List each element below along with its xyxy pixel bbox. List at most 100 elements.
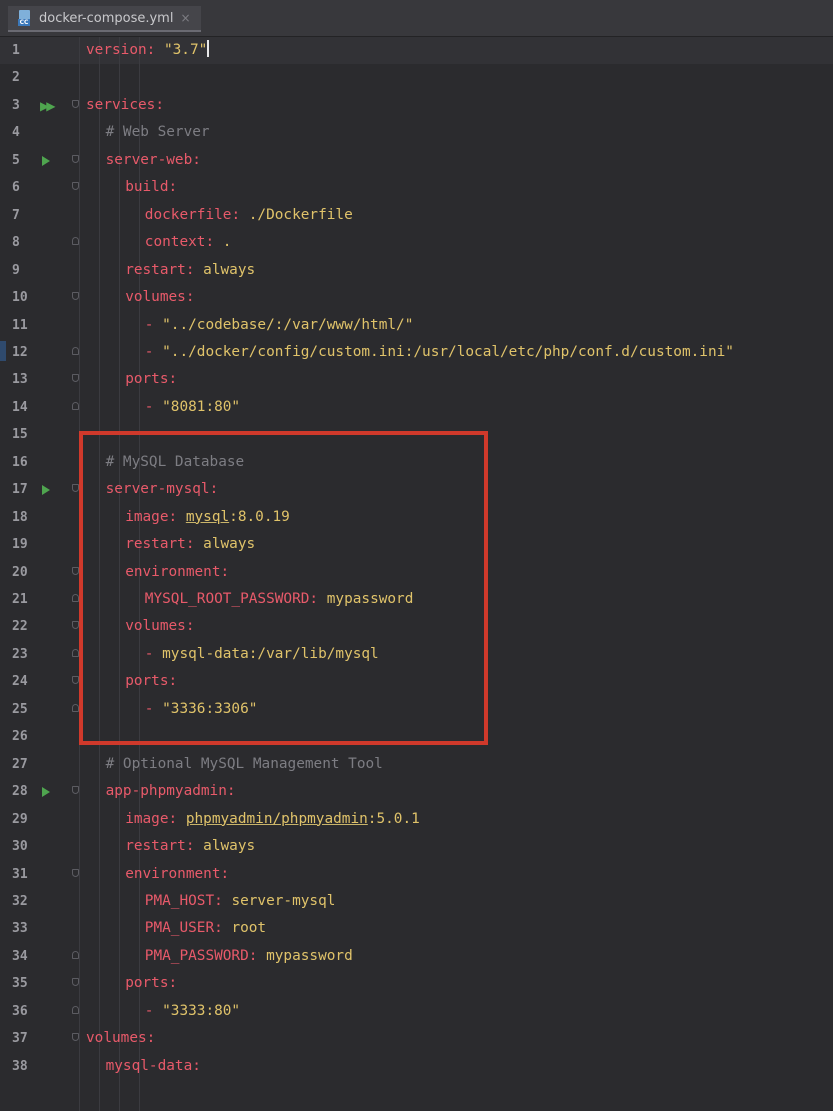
- code-token: :: [185, 261, 204, 278]
- fold-toggle-icon[interactable]: [72, 154, 79, 163]
- code-text: build:: [125, 174, 177, 201]
- fold-end-icon[interactable]: [72, 594, 79, 602]
- code-line[interactable]: 13 ports:: [0, 366, 833, 393]
- yaml-file-icon: CC: [18, 10, 33, 26]
- fold-toggle-icon[interactable]: [72, 292, 79, 301]
- line-number: 5: [12, 152, 20, 168]
- code-line[interactable]: 8 context: .: [0, 229, 833, 256]
- code-token: :: [248, 947, 267, 964]
- run-service-icon[interactable]: [42, 155, 50, 166]
- fold-toggle-icon[interactable]: [72, 676, 79, 685]
- code-line[interactable]: 6 build:: [0, 174, 833, 201]
- code-token: -: [144, 316, 163, 333]
- code-line[interactable]: 10 volumes:: [0, 284, 833, 311]
- fold-toggle-icon[interactable]: [72, 621, 79, 630]
- code-line[interactable]: 35 ports:: [0, 970, 833, 997]
- close-icon[interactable]: ×: [180, 11, 190, 25]
- line-number: 24: [12, 674, 28, 690]
- code-line[interactable]: 3 ▶▶ services:: [0, 92, 833, 119]
- line-number: 7: [12, 207, 20, 223]
- code-token: :: [146, 1030, 156, 1047]
- code-line[interactable]: 38 mysql-data:: [0, 1053, 833, 1080]
- code-line[interactable]: 34 PMA_PASSWORD: mypassword: [0, 943, 833, 970]
- code-text: restart: always: [125, 833, 255, 860]
- fold-end-icon[interactable]: [72, 237, 79, 246]
- fold-toggle-icon[interactable]: [72, 484, 79, 493]
- tab-docker-compose[interactable]: CC docker-compose.yml ×: [8, 6, 201, 32]
- line-number: 26: [12, 729, 28, 745]
- fold-toggle-icon[interactable]: [72, 1033, 79, 1042]
- code-text: # Optional MySQL Management Tool: [106, 751, 383, 778]
- code-token: phpmyadmin/phpmyadmin: [185, 810, 368, 827]
- code-text: ports:: [125, 970, 177, 997]
- fold-toggle-icon[interactable]: [72, 978, 79, 987]
- line-number: 2: [12, 70, 20, 86]
- code-token: :: [168, 810, 186, 827]
- code-token: always: [203, 838, 256, 855]
- code-line[interactable]: 7 dockerfile: ./Dockerfile: [0, 202, 833, 229]
- code-line[interactable]: 5 server-web:: [0, 147, 833, 174]
- code-line[interactable]: 30 restart: always: [0, 833, 833, 860]
- fold-end-icon[interactable]: [72, 401, 79, 410]
- code-token: PMA_USER: [144, 920, 215, 937]
- code-token: dockerfile: [144, 206, 232, 223]
- code-line[interactable]: 1 version: "3.7": [0, 37, 833, 64]
- code-token: :5.0.1: [367, 810, 420, 827]
- editor-tab-bar: CC docker-compose.yml ×: [0, 0, 833, 37]
- line-number: 37: [12, 1031, 28, 1047]
- line-number: 4: [12, 125, 20, 141]
- line-number: 28: [12, 784, 28, 800]
- code-line[interactable]: 33 PMA_USER: root: [0, 915, 833, 942]
- code-token: :: [168, 975, 178, 992]
- code-line[interactable]: 29 image: phpmyadmin/phpmyadmin:5.0.1: [0, 806, 833, 833]
- code-token: ports: [125, 371, 169, 388]
- code-line[interactable]: 37 volumes:: [0, 1025, 833, 1052]
- code-line[interactable]: 28 app-phpmyadmin:: [0, 778, 833, 805]
- code-line[interactable]: 32 PMA_HOST: server-mysql: [0, 888, 833, 915]
- code-line[interactable]: 12 - "../docker/config/custom.ini:/usr/lo…: [0, 339, 833, 366]
- code-text: - "../codebase/:/var/www/html/": [145, 312, 414, 339]
- fold-end-icon[interactable]: [72, 950, 79, 959]
- fold-toggle-icon[interactable]: [72, 786, 79, 795]
- code-text: environment:: [125, 861, 229, 888]
- code-token: always: [203, 261, 256, 278]
- fold-end-icon[interactable]: [72, 346, 79, 355]
- code-token: image: [125, 810, 169, 827]
- code-line[interactable]: 14 - "8081:80": [0, 394, 833, 421]
- code-token: -: [144, 343, 163, 360]
- code-token: "../codebase/:/var/www/html/": [162, 316, 414, 333]
- code-token: "../docker/config/custom.ini:/usr/local/…: [162, 343, 734, 360]
- fold-toggle-icon[interactable]: [72, 868, 79, 877]
- fold-toggle-icon[interactable]: [72, 566, 79, 575]
- code-line[interactable]: 31 environment:: [0, 861, 833, 888]
- code-token: :: [214, 920, 232, 937]
- code-text: services:: [86, 92, 164, 119]
- code-line[interactable]: 36 - "3333:80": [0, 998, 833, 1025]
- line-number: 30: [12, 839, 28, 855]
- code-line[interactable]: 27 # Optional MySQL Management Tool: [0, 751, 833, 778]
- code-token: :: [226, 783, 236, 800]
- fold-end-icon[interactable]: [72, 648, 79, 657]
- line-number: 6: [12, 180, 20, 196]
- code-editor[interactable]: 1 version: "3.7" 2 3 ▶▶ services: 4 # Web Serve…: [0, 37, 833, 1111]
- line-number: 32: [12, 893, 28, 909]
- run-all-services-icon[interactable]: ▶▶: [40, 100, 56, 112]
- fold-toggle-icon[interactable]: [72, 99, 79, 108]
- fold-toggle-icon[interactable]: [72, 182, 79, 191]
- code-text: ports:: [125, 366, 177, 393]
- code-line[interactable]: 4 # Web Server: [0, 119, 833, 146]
- line-number: 1: [12, 43, 20, 58]
- code-line[interactable]: 11 - "../codebase/:/var/www/html/": [0, 312, 833, 339]
- code-token: :: [146, 42, 164, 58]
- code-line[interactable]: 2: [0, 64, 833, 91]
- run-service-icon[interactable]: [42, 485, 50, 496]
- run-service-icon[interactable]: [42, 787, 50, 798]
- fold-toggle-icon[interactable]: [72, 374, 79, 383]
- fold-end-icon[interactable]: [72, 703, 79, 712]
- code-token: :: [168, 371, 178, 388]
- line-number: 22: [12, 619, 28, 635]
- fold-end-icon[interactable]: [72, 1005, 79, 1014]
- code-token: :: [231, 206, 249, 223]
- code-line[interactable]: 9 restart: always: [0, 257, 833, 284]
- line-number: 25: [12, 701, 28, 717]
